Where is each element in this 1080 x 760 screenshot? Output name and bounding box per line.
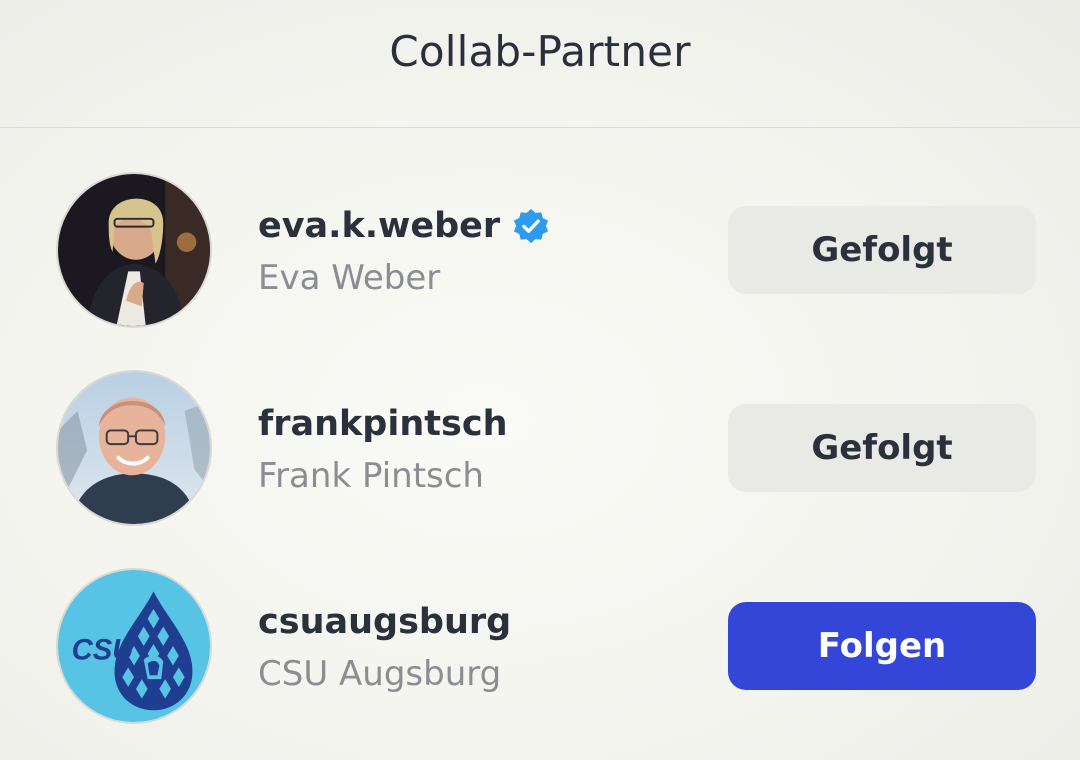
- avatar-photo-eva: [58, 174, 210, 326]
- partner-row-eva: eva.k.weber Eva Weber Gefolgt: [0, 170, 1080, 330]
- avatar[interactable]: CSU: [56, 568, 212, 724]
- followed-button[interactable]: Gefolgt: [728, 404, 1036, 492]
- page-title: Collab-Partner: [389, 27, 691, 76]
- full-name: Frank Pintsch: [258, 456, 484, 496]
- csu-logo-text: CSU: [72, 635, 135, 667]
- csu-logo-icon: CSU: [58, 570, 210, 722]
- avatar-photo-frank: [58, 372, 210, 524]
- username[interactable]: csuaugsburg: [258, 602, 511, 642]
- followed-button[interactable]: Gefolgt: [728, 206, 1036, 294]
- partner-row-csu: CSU csuaugsburg CSU Augsburg Folgen: [0, 566, 1080, 726]
- username[interactable]: eva.k.weber: [258, 206, 500, 246]
- verified-badge-icon: [512, 207, 550, 245]
- full-name: CSU Augsburg: [258, 654, 502, 694]
- avatar[interactable]: [56, 172, 212, 328]
- follow-button[interactable]: Folgen: [728, 602, 1036, 690]
- partner-row-frank: frankpintsch Frank Pintsch Gefolgt: [0, 368, 1080, 528]
- sheet-header: Collab-Partner: [0, 0, 1080, 128]
- full-name: Eva Weber: [258, 258, 441, 298]
- avatar[interactable]: [56, 370, 212, 526]
- username[interactable]: frankpintsch: [258, 404, 508, 444]
